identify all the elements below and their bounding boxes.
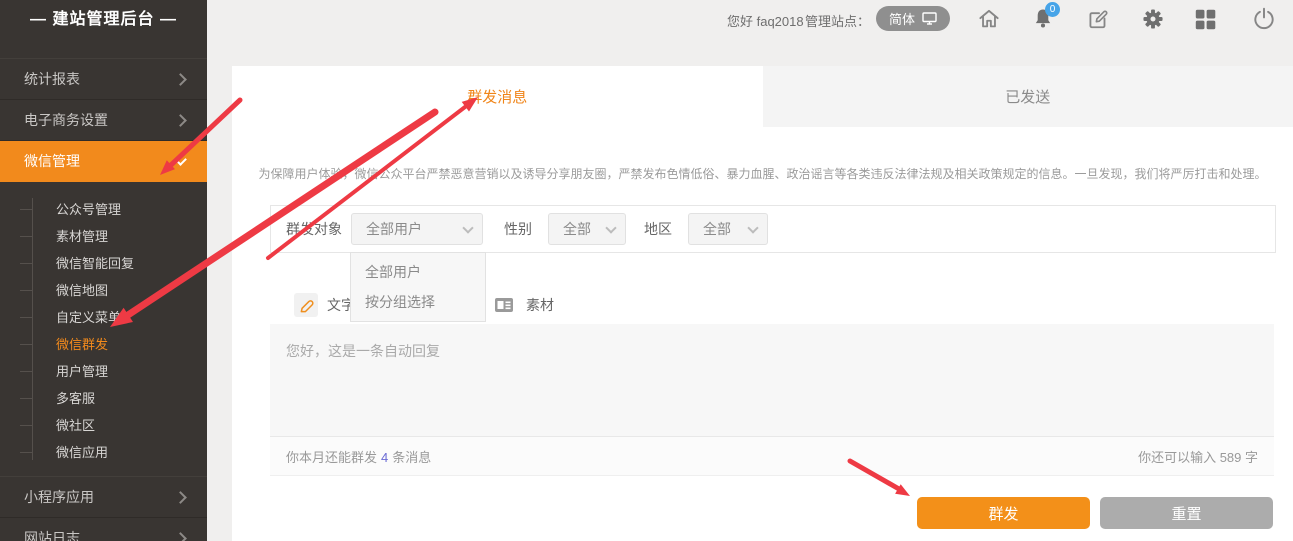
quota-prefix: 你本月还能群发 [286, 450, 377, 465]
content-panel: 群发消息 已发送 为保障用户体验，微信公众平台严禁恶意营销以及诱导分享朋友圈，严… [232, 66, 1293, 541]
sidebar-item-label: 网站日志 [24, 530, 80, 541]
sidebar-item-site-log[interactable]: 网站日志 [0, 518, 207, 541]
reset-button[interactable]: 重置 [1100, 497, 1273, 529]
dropdown-option-all-users[interactable]: 全部用户 [351, 257, 485, 287]
chevron-right-icon [174, 532, 187, 541]
screen: — 建站管理后台 — 统计报表 电子商务设置 微信管理 公众号管理 素材管理 微… [0, 0, 1293, 541]
submenu-item-wechat-map[interactable]: 微信地图 [0, 277, 207, 304]
submenu-item-mass-send[interactable]: 微信群发 [0, 331, 207, 358]
chevron-right-icon [174, 491, 187, 504]
chevron-down-icon [747, 222, 758, 233]
editor-footer: 你本月还能群发4条消息 你还可以输入 589 字 [270, 436, 1274, 476]
message-editor[interactable]: 您好，这是一条自动回复 [270, 324, 1274, 436]
submenu-item-smart-reply[interactable]: 微信智能回复 [0, 250, 207, 277]
app-logo: — 建站管理后台 — [0, 0, 207, 40]
edit-icon[interactable] [1085, 6, 1111, 32]
send-button[interactable]: 群发 [917, 497, 1090, 529]
sidebar: — 建站管理后台 — 统计报表 电子商务设置 微信管理 公众号管理 素材管理 微… [0, 0, 207, 541]
submenu-item-user-mgmt[interactable]: 用户管理 [0, 358, 207, 385]
sidebar-item-label: 小程序应用 [24, 489, 94, 505]
wechat-submenu: 公众号管理 素材管理 微信智能回复 微信地图 自定义菜单 微信群发 用户管理 多… [0, 182, 207, 476]
material-tool-button[interactable] [494, 297, 514, 313]
material-tool-label[interactable]: 素材 [526, 295, 554, 315]
chevron-right-icon [174, 114, 187, 127]
pencil-icon [299, 298, 314, 313]
quota-text: 你本月还能群发4条消息 [286, 447, 431, 466]
chevron-down-icon [605, 222, 616, 233]
material-icon [494, 297, 514, 313]
apps-grid-icon[interactable] [1192, 6, 1218, 32]
region-select-value: 全部 [703, 219, 731, 239]
sidebar-item-stats[interactable]: 统计报表 [0, 59, 207, 100]
sidebar-item-label: 电子商务设置 [24, 112, 108, 128]
gender-label: 性别 [504, 219, 532, 239]
submenu-item-multi-service[interactable]: 多客服 [0, 385, 207, 412]
sidebar-item-label: 统计报表 [24, 71, 80, 87]
sidebar-item-miniprogram[interactable]: 小程序应用 [0, 477, 207, 518]
chevron-down-icon [462, 222, 473, 233]
site-selector-pill[interactable]: 简体 [876, 6, 950, 31]
dropdown-option-by-group[interactable]: 按分组选择 [351, 287, 485, 317]
target-label: 群发对象 [286, 219, 342, 239]
tab-sent[interactable]: 已发送 [763, 66, 1293, 127]
sidebar-nav: 统计报表 电子商务设置 微信管理 [0, 58, 207, 182]
gender-select-value: 全部 [563, 219, 591, 239]
audience-form-row: 群发对象 全部用户 性别 全部 地区 全部 [270, 205, 1276, 253]
policy-warning-text: 为保障用户体验，微信公众平台严禁恶意营销以及诱导分享朋友圈，严禁发布色情低俗、暴… [232, 165, 1293, 182]
monitor-icon [922, 12, 937, 25]
text-tool-button[interactable] [294, 293, 318, 317]
sidebar-item-label: 微信管理 [24, 153, 80, 169]
home-icon[interactable] [976, 6, 1002, 32]
target-select-value: 全部用户 [366, 219, 422, 239]
chevron-down-icon [174, 153, 187, 166]
tab-bar: 群发消息 已发送 [232, 66, 1293, 127]
target-select-dropdown: 全部用户 按分组选择 [350, 252, 486, 322]
sidebar-item-ecommerce[interactable]: 电子商务设置 [0, 100, 207, 141]
quota-suffix: 条消息 [392, 450, 431, 465]
gender-select[interactable]: 全部 [548, 213, 626, 245]
chevron-right-icon [174, 73, 187, 86]
remaining-chars-text: 你还可以输入 589 字 [1138, 447, 1258, 466]
quota-count: 4 [377, 450, 392, 465]
submenu-item-community[interactable]: 微社区 [0, 412, 207, 439]
submenu-item-material[interactable]: 素材管理 [0, 223, 207, 250]
notification-badge[interactable]: 0 [1045, 2, 1060, 17]
region-label: 地区 [644, 219, 672, 239]
submenu-item-custom-menu[interactable]: 自定义菜单 [0, 304, 207, 331]
submenu-item-wechat-app[interactable]: 微信应用 [0, 439, 207, 466]
tab-mass-message[interactable]: 群发消息 [232, 66, 763, 127]
target-select[interactable]: 全部用户 [351, 213, 483, 245]
gear-icon[interactable] [1140, 6, 1166, 32]
region-select[interactable]: 全部 [688, 213, 768, 245]
submenu-item-official-account[interactable]: 公众号管理 [0, 196, 207, 223]
user-greeting: 您好 faq2018 [727, 11, 804, 30]
site-pill-label: 简体 [889, 9, 915, 28]
sidebar-item-wechat[interactable]: 微信管理 [0, 141, 207, 182]
sidebar-nav-bottom: 小程序应用 网站日志 [0, 476, 207, 541]
power-icon[interactable] [1251, 6, 1277, 32]
manage-site-label: 管理站点： [805, 11, 870, 30]
